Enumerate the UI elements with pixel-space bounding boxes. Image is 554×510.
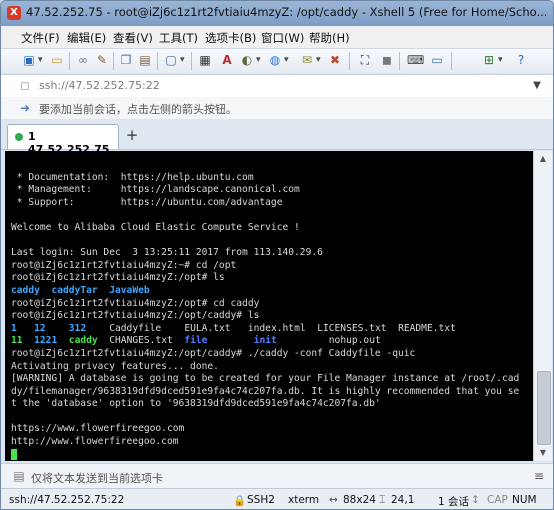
terminal-output-block: * Documentation: https://help.ubuntu.com… [11,171,323,284]
session-hint-bar: ➜ 要添加当前会话，点击左侧的箭头按钮。 [1,97,553,119]
xshell-app-icon: X [7,6,21,20]
status-num: NUM [512,494,537,506]
menu-lines-icon[interactable]: ≡ [531,468,547,484]
tab-bar: 1 47.52.252.75 + [1,120,553,156]
toolbar-separator [69,52,70,70]
terminal-output-block: root@iZj6c1z1rt2fvtiaiu4mzyZ:/opt# cd ca… [11,297,260,322]
cursor-position-icon: ⌶ [379,494,386,506]
add-session-arrow-icon[interactable]: ➜ [17,100,33,116]
terminal-area[interactable]: * Documentation: https://help.ubuntu.com… [5,151,533,461]
keyboard-icon[interactable]: ⌨ [407,52,424,68]
menu-window[interactable]: 窗口(W) [261,30,304,46]
address-icon: ◻ [20,79,30,92]
tab-session-1[interactable]: 1 47.52.252.75 [7,124,119,156]
menu-edit[interactable]: 编辑(E) [67,30,106,46]
help-icon[interactable]: ? [513,52,529,68]
compose-bar[interactable]: ▤ 仅将文本发送到当前选项卡 ≡ [1,463,553,488]
new-session-icon[interactable]: ▣ [21,52,42,68]
compose-hint-text: 仅将文本发送到当前选项卡 [31,472,163,485]
color-icon[interactable]: ◐ [239,52,261,68]
ls-item: nohup.out [328,335,381,347]
scrollbar-thumb[interactable] [537,371,551,445]
menu-tabs[interactable]: 选项卡(B) [205,30,256,46]
ls-item: EULA.txt [184,322,231,334]
toolbar-separator [399,52,400,70]
scroll-icon: ↕ [471,494,480,506]
window-title: 47.52.252.75 - root@iZj6c1z1rt2fvtiaiu4m… [26,5,546,19]
ls-item: 1221 [34,335,58,347]
open-icon[interactable]: ▭ [49,52,65,68]
menu-view[interactable]: 查看(V) [113,30,153,46]
dir-caddy: caddy [11,284,40,296]
fullscreen-icon[interactable]: ⛶ [357,52,373,68]
toolbar-separator [113,52,114,70]
font-a-icon[interactable]: A [219,52,235,68]
address-input[interactable]: ssh://47.52.252.75:22 [39,79,160,92]
new-tab-button[interactable]: + [123,126,141,144]
status-address: ssh://47.52.252.75:22 [9,494,125,506]
menu-tools[interactable]: 工具(T) [159,30,198,46]
ls-item: 1 [11,322,17,334]
ls-item: 11 [11,335,23,347]
ls-item: 312 [68,322,87,334]
menu-file[interactable]: 文件(F) [21,30,60,46]
ls-item: caddy [68,335,98,347]
pencil-icon[interactable]: ✎ [94,52,110,68]
ls-item: index.html [247,322,306,334]
status-size: 88x24 [343,494,376,506]
status-bar: ssh://47.52.252.75:22 🔒 SSH2 xterm ↔ 88x… [1,488,553,509]
globe-icon[interactable]: ◍ [267,52,289,68]
connected-status-icon [15,133,23,141]
add-icon[interactable]: ⊞ [481,52,503,68]
scroll-up-icon[interactable]: ▲ [534,151,552,167]
xftp-icon[interactable]: ✖ [327,52,343,68]
copy-icon[interactable]: ❐ [118,52,134,68]
dir-caddytar: caddyTar [51,284,98,296]
chat-icon[interactable]: ▭ [429,52,445,68]
toolbar-separator [191,52,192,70]
address-bar[interactable]: ◻ ssh://47.52.252.75:22 ▼ [1,74,553,98]
lock-icon: 🔒 [233,495,247,507]
toolbar-separator [349,52,350,70]
chevron-down-icon[interactable]: ▼ [529,78,545,94]
toolbar-separator [157,52,158,70]
scroll-down-icon[interactable]: ▼ [534,445,552,461]
dir-javaweb: JavaWeb [109,284,150,296]
xshell-window: X 47.52.252.75 - root@iZj6c1z1rt2fvtiaiu… [0,0,554,510]
ls-item: 12 [34,322,46,334]
transfer-icon[interactable]: ✉ [299,52,321,68]
ls-item: init [253,335,277,347]
compose-icon[interactable]: ▤ [11,468,27,484]
session-hint-text: 要添加当前会话，点击左侧的箭头按钮。 [39,103,237,116]
terminal-cursor [11,448,17,460]
toolbar: ▣ ▭ ∞ ✎ ❐ ▤ ▢ ▦ A ◐ ◍ ✉ ✖ ⛶ ◼ ⌨ ▭ ⊞ ? [1,49,553,73]
status-terminal-type: xterm [288,494,320,506]
terminal-output-block: root@iZj6c1z1rt2fvtiaiu4mzyZ:/opt/caddy#… [11,347,520,448]
ls-item: LICENSES.txt [317,322,387,334]
link-icon[interactable]: ∞ [75,52,91,68]
menu-bar: 文件(F) 编辑(E) 查看(V) 工具(T) 选项卡(B) 窗口(W) 帮助(… [1,26,553,49]
terminal-text: * Documentation: https://help.ubuntu.com… [5,151,533,461]
status-cursor-position: 24,1 [391,494,415,506]
font-icon[interactable]: ▦ [197,52,213,68]
menu-help[interactable]: 帮助(H) [309,30,350,46]
status-sessions: 1 会话 [438,496,470,508]
toolbar-separator [451,52,452,70]
title-bar[interactable]: X 47.52.252.75 - root@iZj6c1z1rt2fvtiaiu… [1,1,553,26]
ls-item: file [184,335,208,347]
ls-item: CHANGES.txt [109,335,173,347]
ls-item: Caddyfile [109,322,162,334]
ls-item: README.txt [398,322,456,334]
status-protocol: SSH2 [247,494,275,506]
resize-icon: ↔ [329,494,338,506]
screen-icon[interactable]: ▢ [163,52,184,68]
lock-icon[interactable]: ◼ [379,52,395,68]
status-cap: CAP [487,494,508,506]
vertical-scrollbar[interactable]: ▲ ▼ [533,151,552,461]
paste-icon[interactable]: ▤ [137,52,153,68]
